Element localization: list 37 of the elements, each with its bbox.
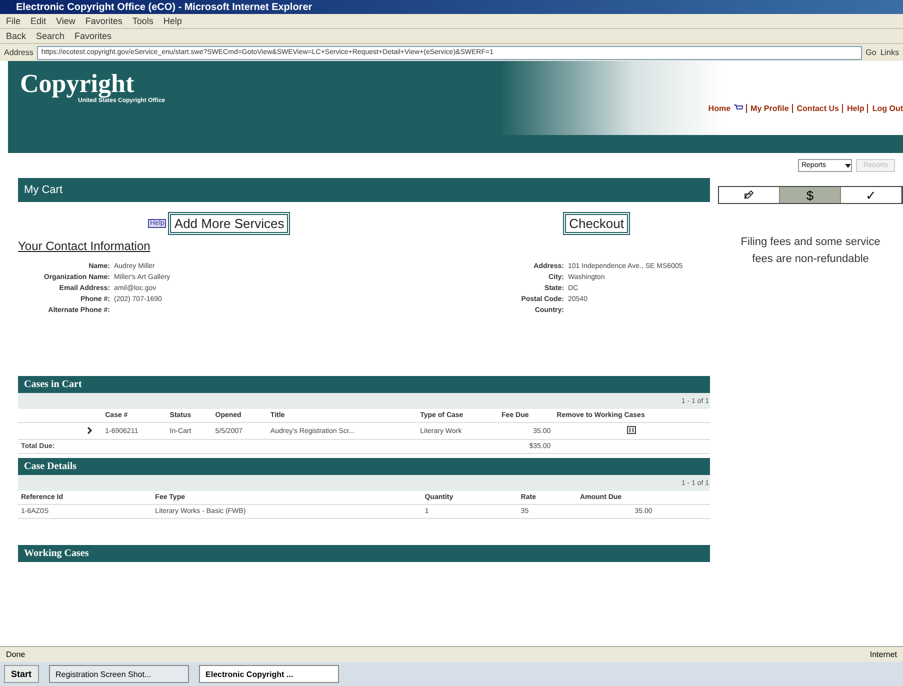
- cart-icon[interactable]: [734, 104, 743, 112]
- taskbar-button[interactable]: Registration Screen Shot...: [48, 665, 189, 683]
- start-button[interactable]: Start: [4, 665, 39, 683]
- remove-icon[interactable]: [627, 426, 636, 434]
- pencil-icon: [744, 190, 754, 200]
- nav-link[interactable]: Log Out: [867, 104, 903, 112]
- go-button[interactable]: Go: [866, 48, 876, 57]
- section-header: My Cart: [18, 178, 710, 202]
- section-header: Working Cases: [18, 545, 710, 562]
- links-label[interactable]: Links: [880, 48, 899, 57]
- toolbar-button[interactable]: Back: [6, 31, 26, 41]
- nav-link[interactable]: My Profile: [746, 104, 789, 112]
- fee-notice: Filing fees and some service fees are non-refundable: [740, 235, 882, 267]
- section-header: Case Details: [18, 458, 710, 475]
- zone-label: Internet: [870, 650, 897, 659]
- nav-link[interactable]: Help: [842, 104, 864, 112]
- site-logo: Copyright: [20, 71, 134, 97]
- nav-link[interactable]: Home: [704, 104, 731, 112]
- add-services-button[interactable]: Add More Services: [168, 212, 290, 235]
- dropdown-icon[interactable]: [845, 164, 852, 168]
- menu-item[interactable]: View: [56, 16, 76, 26]
- status-text: Done: [6, 650, 26, 659]
- menu-item[interactable]: Tools: [132, 16, 154, 26]
- address-label: Address: [4, 48, 34, 57]
- menu-item[interactable]: Edit: [30, 16, 46, 26]
- section-header: Cases in Cart: [18, 376, 710, 393]
- menu-item[interactable]: Help: [163, 16, 182, 26]
- taskbar-button[interactable]: Electronic Copyright ...: [198, 665, 339, 683]
- checkout-button[interactable]: Checkout: [563, 212, 630, 235]
- step-tab[interactable]: $: [780, 187, 841, 203]
- menu-item[interactable]: File: [6, 16, 21, 26]
- toolbar-button[interactable]: Search: [36, 31, 65, 41]
- menu-item[interactable]: Favorites: [85, 16, 122, 26]
- window-title: Electronic Copyright Office (eCO) - Microsoft Internet Explorer: [0, 0, 903, 14]
- toolbar-button[interactable]: Favorites: [74, 31, 112, 41]
- nav-link[interactable]: Contact Us: [792, 104, 839, 112]
- contact-heading: Your Contact Information: [18, 239, 152, 253]
